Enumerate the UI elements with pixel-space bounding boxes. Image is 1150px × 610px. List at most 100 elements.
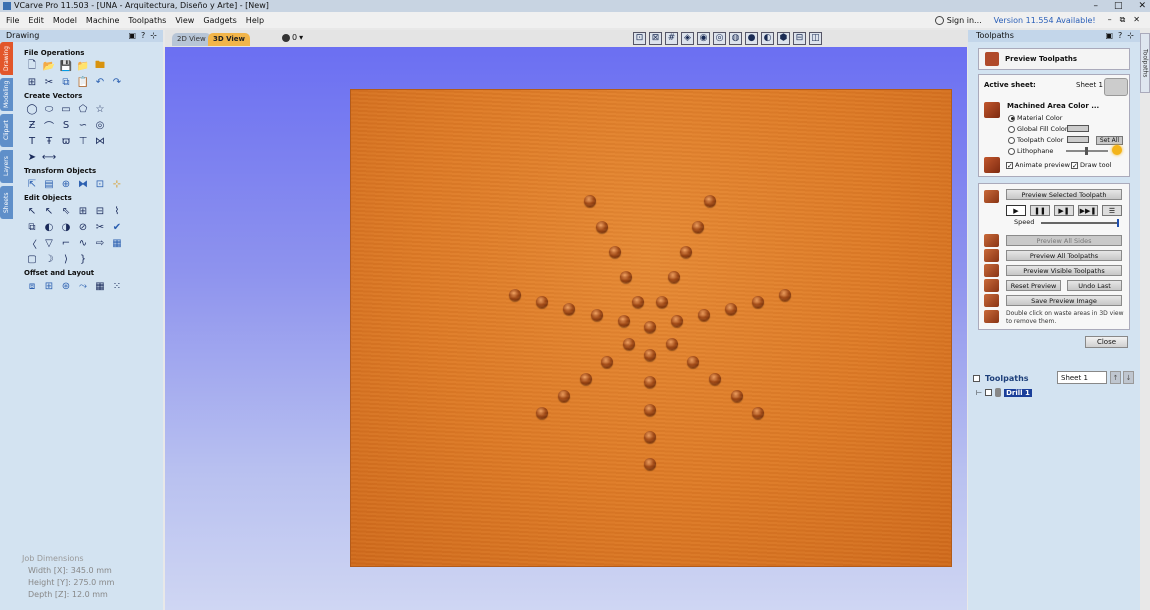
mirror-icon[interactable]: ⧓ — [77, 178, 89, 190]
preview-options-button[interactable]: ☰ — [1102, 205, 1122, 216]
group-icon[interactable]: ⊞ — [77, 205, 89, 217]
triangle-down-icon[interactable]: ▽ — [43, 237, 55, 249]
text-icon[interactable]: T — [26, 135, 38, 147]
material-block[interactable] — [351, 90, 951, 566]
menu-toolpaths[interactable]: Toolpaths — [128, 16, 166, 25]
weld-icon[interactable]: ⧉ — [26, 221, 38, 233]
layer-selector[interactable]: 0 ▾ — [282, 33, 303, 42]
reset-preview-button[interactable]: Reset Preview — [1006, 280, 1061, 291]
wave-icon[interactable]: ∽ — [77, 119, 89, 131]
polygon-icon[interactable]: ⬠ — [77, 103, 89, 115]
menu-file[interactable]: File — [6, 16, 19, 25]
rounded-rect-icon[interactable]: ▢ — [26, 253, 38, 265]
redo-icon[interactable]: ↷ — [111, 76, 123, 88]
radio-material-color[interactable]: Material Color — [1008, 114, 1062, 122]
draw-tool-checkbox[interactable]: ✓ Draw tool — [1071, 161, 1111, 169]
bracket-icon[interactable]: ⟩ — [60, 253, 72, 265]
lithophane-slider[interactable] — [1066, 147, 1108, 155]
circular-copy-icon[interactable]: ⊛ — [60, 280, 72, 292]
scale-icon[interactable]: ⊡ — [94, 178, 106, 190]
set-all-button[interactable]: Set All — [1096, 136, 1123, 145]
close-button[interactable]: Close — [1085, 336, 1128, 348]
paste-icon[interactable]: 📋 — [77, 76, 89, 88]
move-down-icon[interactable]: ↓ — [1123, 371, 1134, 384]
play-button[interactable]: ▶ — [1006, 205, 1026, 216]
toolpath-item-checkbox[interactable] — [985, 389, 993, 396]
view-bottom-icon[interactable]: ● — [745, 32, 758, 45]
preview-all-toolpaths-button[interactable]: Preview All Toolpaths — [1006, 250, 1122, 261]
offset-icon[interactable]: ⧈ — [26, 280, 38, 292]
bezier-icon[interactable]: ∿ — [77, 237, 89, 249]
distort-icon[interactable]: ⊹ — [111, 178, 123, 190]
preview-all-sides-button[interactable]: Preview All Sides — [1006, 235, 1122, 246]
close-window-button[interactable]: ✕ — [1138, 0, 1146, 12]
panel-help-icon[interactable]: ? — [1118, 30, 1122, 42]
ellipse-icon[interactable]: ⬭ — [43, 103, 55, 115]
preview-selected-toolpath-button[interactable]: Preview Selected Toolpath — [1006, 189, 1122, 200]
undo-icon[interactable]: ↶ — [94, 76, 106, 88]
sign-in-link[interactable]: Sign in... — [934, 15, 982, 25]
toolpaths-visibility-checkbox[interactable] — [973, 374, 980, 382]
arrow-shape-icon[interactable]: ⇨ — [94, 237, 106, 249]
array-copy-icon[interactable]: ⊞ — [43, 280, 55, 292]
sheet-thumbnail-icon[interactable] — [1104, 78, 1128, 96]
skip-end-button[interactable]: ▶▶❚ — [1078, 205, 1098, 216]
pause-button[interactable]: ❚❚ — [1030, 205, 1050, 216]
menu-gadgets[interactable]: Gadgets — [203, 16, 236, 25]
undo-last-button[interactable]: Undo Last — [1067, 280, 1122, 291]
select-vector-icon[interactable]: ➤ — [26, 151, 38, 163]
view-iso-icon[interactable]: ◈ — [681, 32, 694, 45]
animate-preview-checkbox[interactable]: ✓ Animate preview — [1006, 161, 1070, 169]
trim-icon[interactable]: ⌇ — [111, 205, 123, 217]
tab-2d-view[interactable]: 2D View — [172, 33, 211, 46]
sheet-select[interactable]: Sheet 1 — [1057, 371, 1107, 384]
tab-sheets[interactable]: Sheets — [0, 186, 13, 219]
radio-toolpath-color[interactable]: Toolpath Color — [1008, 136, 1063, 144]
radio-global-fill-color[interactable]: Global Fill Color — [1008, 125, 1068, 133]
curly-icon[interactable]: } — [77, 253, 89, 265]
mdi-restore-button[interactable]: ⧉ — [1120, 15, 1126, 25]
move-up-icon[interactable]: ↑ — [1110, 371, 1121, 384]
text-arc-icon[interactable]: ϖ — [60, 135, 72, 147]
toolpath-color-swatch[interactable] — [1067, 136, 1089, 143]
menu-view[interactable]: View — [175, 16, 194, 25]
intersect-icon[interactable]: ◑ — [60, 221, 72, 233]
interactive-select-icon[interactable]: ⇖ — [60, 205, 72, 217]
view-side-icon[interactable]: ◍ — [729, 32, 742, 45]
material-icon[interactable]: ⬢ — [777, 32, 790, 45]
step-button[interactable]: ▶❚ — [1054, 205, 1074, 216]
render-icon[interactable]: ◐ — [761, 32, 774, 45]
3d-viewport[interactable] — [165, 47, 967, 610]
open-file-icon[interactable]: 📂 — [43, 60, 55, 72]
maximize-button[interactable]: □ — [1114, 0, 1123, 12]
version-available-link[interactable]: Version 11.554 Available! — [994, 16, 1096, 25]
star-icon[interactable]: ☆ — [94, 103, 106, 115]
cut-icon[interactable]: ✂ — [43, 76, 55, 88]
tab-clipart[interactable]: Clipart — [0, 114, 13, 147]
view-front-icon[interactable]: ◎ — [713, 32, 726, 45]
panel-pin-icon[interactable]: ▣ — [1105, 30, 1113, 42]
rectangle-icon[interactable]: ▭ — [60, 103, 72, 115]
tab-3d-view[interactable]: 3D View — [208, 33, 251, 46]
curve-icon[interactable]: S — [60, 119, 72, 131]
mdi-minimize-button[interactable]: – — [1108, 15, 1112, 25]
tab-layers[interactable]: Layers — [0, 150, 13, 183]
scissors-icon[interactable]: ✂ — [94, 221, 106, 233]
spiral-icon[interactable]: ◎ — [94, 119, 106, 131]
sun-icon[interactable] — [1112, 145, 1122, 155]
view-top-icon[interactable]: ◉ — [697, 32, 710, 45]
panel-pin-icon[interactable]: ▣ — [128, 30, 136, 42]
subtract-icon[interactable]: ◐ — [43, 221, 55, 233]
nesting-icon[interactable]: ▦ — [94, 280, 106, 292]
global-fill-color-swatch[interactable] — [1067, 125, 1089, 132]
panel-float-icon[interactable]: ⊹ — [150, 30, 157, 42]
align-icon[interactable]: ▤ — [43, 178, 55, 190]
menu-edit[interactable]: Edit — [28, 16, 44, 25]
speed-slider[interactable] — [1041, 219, 1119, 227]
toolpath-item-drill-1[interactable]: ⊢ Drill 1 — [976, 388, 1032, 397]
import-bitmap-icon[interactable]: 🖿 — [94, 60, 106, 72]
layout-icon[interactable]: ⊟ — [793, 32, 806, 45]
join-icon[interactable]: ⊘ — [77, 221, 89, 233]
tab-toolpaths-side[interactable]: Toolpaths — [1140, 33, 1150, 93]
copy-icon[interactable]: ⧉ — [60, 76, 72, 88]
